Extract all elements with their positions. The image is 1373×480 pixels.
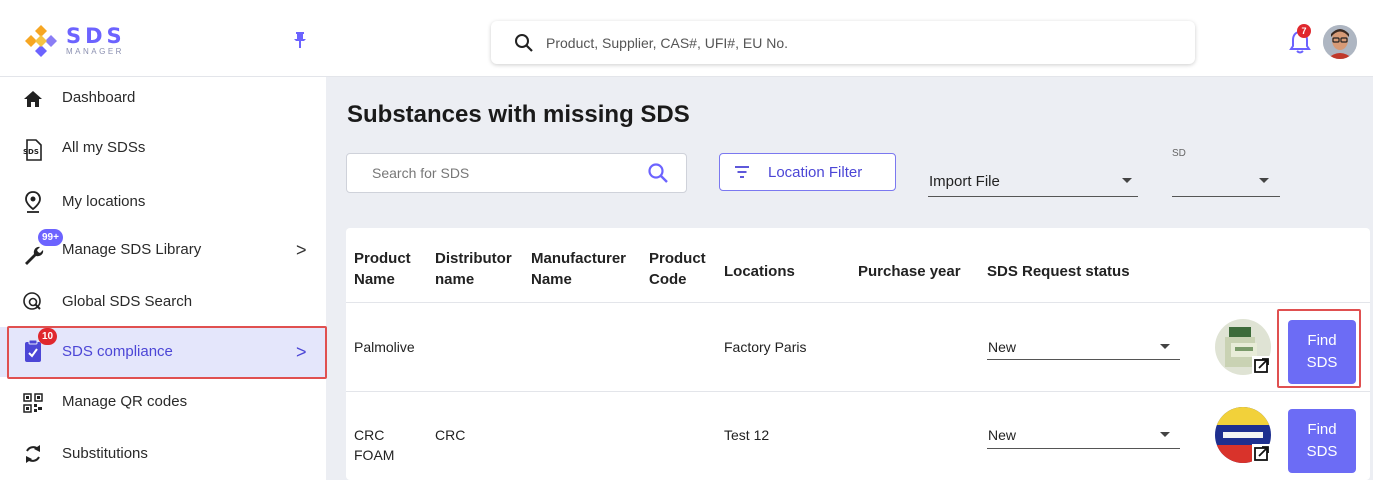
row-divider [346, 391, 1370, 392]
sidebar-item-manage-sds-library[interactable]: 99+ Manage SDS Library > [0, 227, 326, 277]
find-sds-button[interactable]: Find SDS [1288, 320, 1356, 384]
sidebar-item-sds-compliance[interactable]: 10 SDS compliance > [0, 327, 326, 377]
page-title: Substances with missing SDS [347, 101, 690, 128]
sidebar-item-manage-qr-codes[interactable]: Manage QR codes [0, 377, 326, 427]
global-search-icon [22, 291, 44, 313]
sidebar-item-global-sds-search[interactable]: Global SDS Search [0, 277, 326, 327]
column-header-locations[interactable]: Locations [724, 261, 795, 282]
select-underline [987, 448, 1180, 449]
chevron-down-icon [1122, 178, 1132, 183]
cell-location: Factory Paris [724, 339, 807, 355]
sidebar-item-label: SDS compliance [62, 343, 173, 360]
svg-text:SDS: SDS [23, 148, 39, 156]
sidebar: Dashboard SDS All my SDSs My locations 9… [0, 77, 326, 480]
logo-tagline: MANAGER [66, 47, 124, 56]
search-icon [515, 33, 533, 52]
location-filter-label: Location Filter [768, 163, 863, 181]
top-bar: SDS MANAGER 7 [0, 0, 1373, 77]
compliance-count-badge: 10 [38, 328, 58, 345]
qr-code-icon [22, 392, 44, 414]
sidebar-item-substitutions[interactable]: Substitutions [0, 427, 326, 477]
filter-icon [735, 166, 749, 178]
logo-name: SDS [66, 24, 126, 48]
status-value: New [988, 339, 1017, 355]
sidebar-item-dashboard[interactable]: Dashboard [0, 77, 326, 127]
location-filter-button[interactable]: Location Filter [719, 153, 896, 191]
wrench-icon [22, 244, 44, 266]
import-file-value: Import File [929, 173, 1000, 190]
find-sds-button[interactable]: Find SDS [1288, 409, 1356, 473]
sds-file-icon: SDS [22, 139, 44, 161]
cell-product-name: CRC FOAM [354, 427, 395, 463]
select-underline [1172, 196, 1280, 197]
global-search-input[interactable] [546, 34, 1146, 51]
cell-distributor: CRC [435, 427, 466, 443]
sidebar-item-label: All my SDSs [62, 139, 146, 156]
chevron-down-icon [1160, 344, 1170, 349]
app-logo[interactable]: SDS MANAGER [22, 22, 126, 60]
sidebar-item-my-locations[interactable]: My locations [0, 177, 326, 227]
column-header-purchase-year[interactable]: Purchase year [858, 261, 961, 282]
select-underline [928, 196, 1138, 197]
notification-count-badge: 7 [1297, 24, 1311, 38]
column-header-distributor[interactable]: Distributor name [435, 248, 512, 290]
column-header-product-code[interactable]: Product Code [649, 248, 706, 290]
column-header-request-status[interactable]: SDS Request status [987, 261, 1130, 282]
home-icon [22, 88, 44, 110]
location-pin-icon [22, 191, 44, 213]
sidebar-item-label: Substitutions [62, 445, 148, 462]
main-content: Substances with missing SDS Location Fil… [326, 77, 1373, 480]
chevron-down-icon [1259, 178, 1269, 183]
cell-location: Test 12 [724, 427, 770, 443]
logo-mark [22, 22, 60, 60]
search-icon[interactable] [647, 162, 669, 184]
column-header-manufacturer[interactable]: Manufacturer Name [531, 248, 626, 290]
swap-arrows-icon [22, 443, 44, 465]
sds-search-input[interactable] [372, 165, 632, 181]
substances-table: Product Name Distributor name Manufacturer… [346, 228, 1370, 480]
external-link-icon[interactable] [1252, 444, 1271, 463]
sidebar-item-label: Manage SDS Library [62, 241, 202, 258]
cell-product-name: Palmolive [354, 339, 415, 355]
sidebar-item-all-my-sdss[interactable]: SDS All my SDSs [0, 127, 326, 177]
sidebar-item-label: My locations [62, 193, 146, 210]
sidebar-item-label: Manage QR codes [62, 393, 188, 410]
library-count-badge: 99+ [38, 229, 63, 246]
status-value: New [988, 427, 1017, 443]
sds-search-field[interactable] [346, 153, 687, 193]
row-divider [346, 302, 1370, 303]
sidebar-item-label: Global SDS Search [62, 293, 193, 310]
select-underline [987, 359, 1180, 360]
user-avatar[interactable] [1323, 25, 1357, 59]
chevron-right-icon: > [296, 342, 307, 362]
chevron-down-icon [1160, 432, 1170, 437]
sds-select-label: SD [1172, 148, 1186, 159]
pin-icon[interactable] [292, 31, 308, 49]
chevron-right-icon: > [296, 240, 307, 260]
column-header-product-name[interactable]: Product Name [354, 248, 411, 290]
external-link-icon[interactable] [1252, 356, 1271, 375]
global-search-bar[interactable] [491, 21, 1195, 64]
sidebar-item-label: Dashboard [62, 89, 136, 106]
